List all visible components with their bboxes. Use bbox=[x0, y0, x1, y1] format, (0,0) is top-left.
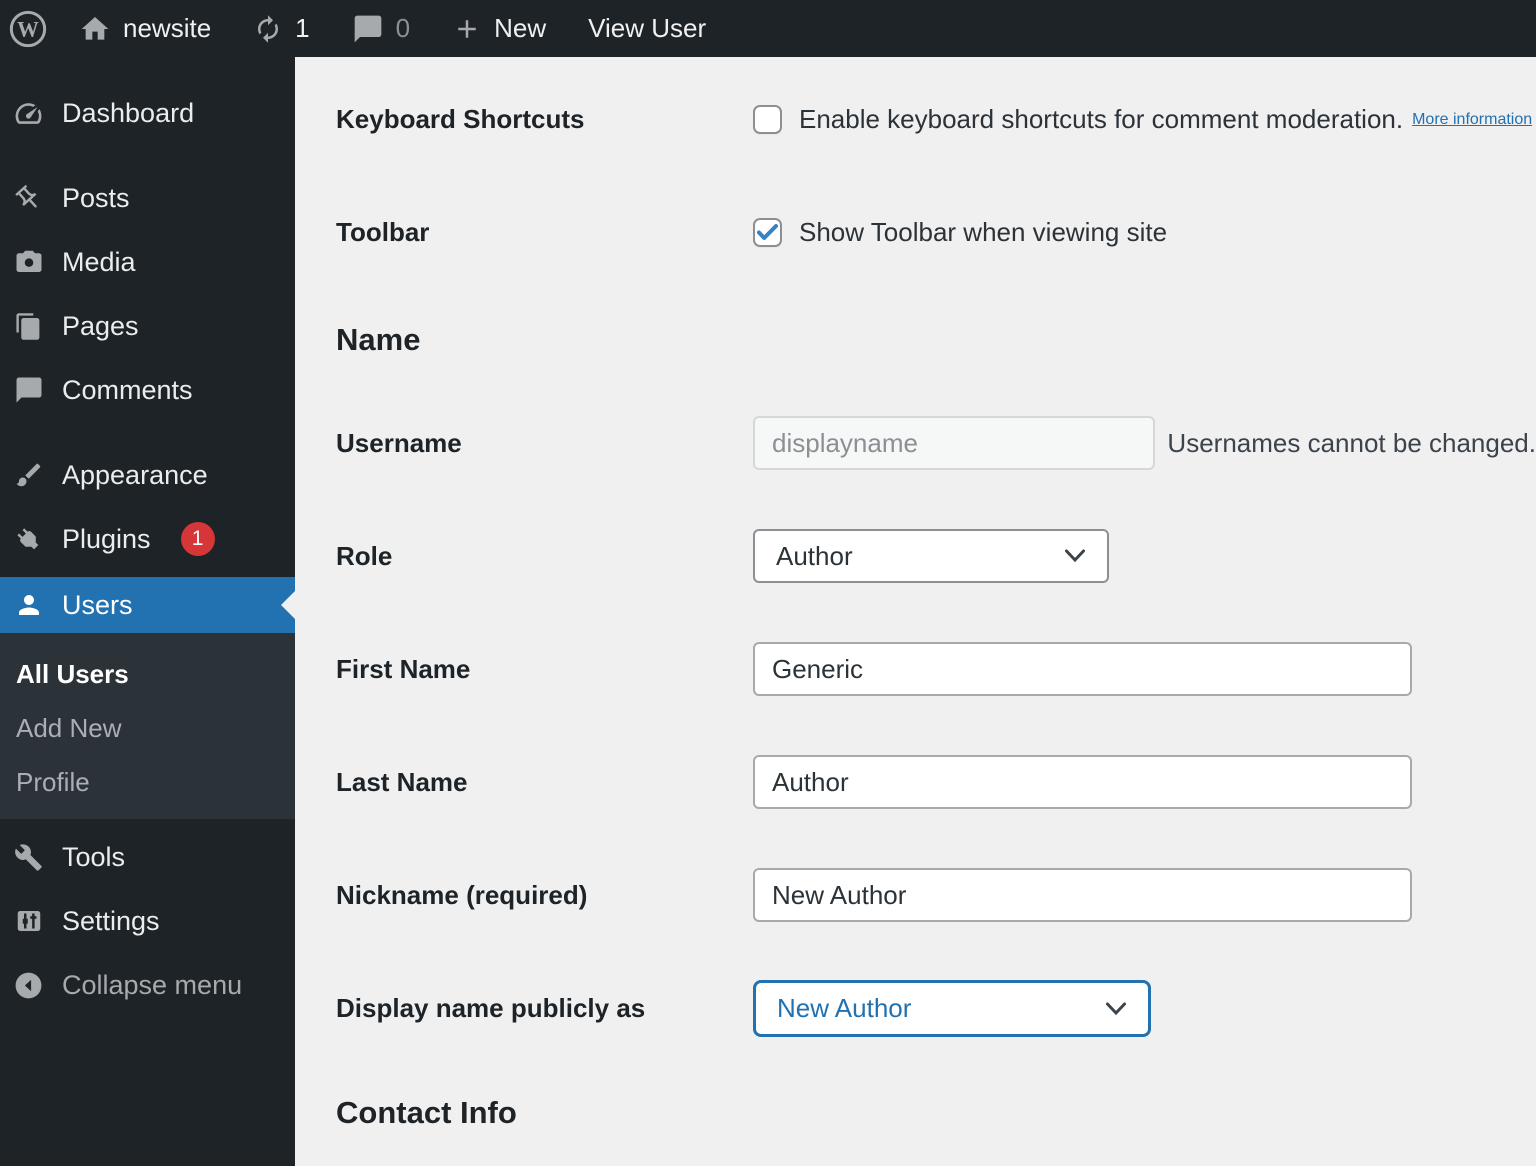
sidebar-item-users[interactable]: Users bbox=[0, 577, 295, 633]
role-row: Role Author bbox=[336, 529, 1536, 583]
sidebar-item-tools[interactable]: Tools bbox=[0, 825, 295, 889]
sidebar-label: Settings bbox=[62, 905, 160, 936]
plug-icon bbox=[13, 524, 44, 555]
camera-icon bbox=[13, 247, 44, 278]
chevron-down-icon bbox=[1106, 1002, 1126, 1015]
svg-text:W: W bbox=[17, 17, 39, 41]
role-label: Role bbox=[336, 540, 393, 571]
home-icon bbox=[79, 13, 111, 45]
admin-bar: W newsite 1 0 New View User bbox=[0, 0, 1536, 57]
users-submenu: All Users Add New Profile bbox=[0, 633, 295, 819]
new-content-menu[interactable]: New bbox=[431, 0, 567, 57]
pushpin-icon bbox=[13, 183, 44, 214]
updates-menu[interactable]: 1 bbox=[232, 0, 330, 57]
collapse-menu-label: Collapse menu bbox=[62, 969, 243, 1000]
first-name-input[interactable] bbox=[753, 642, 1412, 696]
show-toolbar-text: Show Toolbar when viewing site bbox=[799, 217, 1168, 247]
first-name-label: First Name bbox=[336, 653, 471, 684]
nickname-label: Nickname (required) bbox=[336, 879, 588, 910]
keyboard-shortcuts-row: Keyboard Shortcuts Enable keyboard short… bbox=[336, 104, 1536, 135]
username-input[interactable] bbox=[753, 416, 1156, 470]
chevron-down-icon bbox=[1065, 549, 1085, 563]
sidebar-item-posts[interactable]: Posts bbox=[0, 166, 295, 230]
sidebar-item-pages[interactable]: Pages bbox=[0, 294, 295, 358]
last-name-row: Last Name bbox=[336, 755, 1536, 809]
person-icon bbox=[13, 590, 44, 621]
sidebar-label: Tools bbox=[62, 841, 126, 872]
plus-icon bbox=[452, 14, 482, 44]
updates-count: 1 bbox=[295, 13, 310, 43]
display-name-label: Display name publicly as bbox=[336, 993, 646, 1023]
keyboard-shortcuts-checkbox[interactable] bbox=[753, 105, 782, 134]
sidebar-item-appearance[interactable]: Appearance bbox=[0, 443, 295, 507]
sidebar-label: Plugins bbox=[62, 523, 151, 554]
show-toolbar-checkbox[interactable] bbox=[753, 218, 782, 247]
view-user-label: View User bbox=[588, 13, 707, 43]
name-section-heading: Name bbox=[336, 322, 421, 357]
sidebar-item-media[interactable]: Media bbox=[0, 230, 295, 294]
last-name-input[interactable] bbox=[753, 755, 1412, 809]
keyboard-shortcuts-text: Enable keyboard shortcuts for comment mo… bbox=[799, 104, 1404, 134]
keyboard-shortcuts-label: Keyboard Shortcuts bbox=[336, 104, 585, 134]
collapse-menu-button[interactable]: Collapse menu bbox=[0, 953, 295, 1017]
view-user-menu[interactable]: View User bbox=[567, 0, 727, 57]
admin-sidebar: Dashboard Posts Media Pages Comments App… bbox=[0, 57, 295, 1166]
dashboard-icon bbox=[13, 98, 44, 129]
site-name-menu[interactable]: newsite bbox=[58, 0, 232, 57]
new-label: New bbox=[494, 13, 547, 43]
display-name-select[interactable]: New Author bbox=[753, 980, 1151, 1037]
wp-logo-menu[interactable]: W bbox=[0, 0, 58, 57]
checkmark-icon bbox=[757, 224, 778, 240]
current-item-arrow bbox=[281, 591, 295, 619]
more-information-link[interactable]: More information bbox=[1412, 111, 1532, 129]
comments-count: 0 bbox=[395, 13, 411, 43]
site-name-label: newsite bbox=[123, 13, 212, 43]
sidebar-item-dashboard[interactable]: Dashboard bbox=[0, 81, 295, 145]
sliders-icon bbox=[13, 906, 44, 937]
sidebar-label: Users bbox=[62, 589, 133, 620]
contact-info-section-heading: Contact Info bbox=[336, 1095, 517, 1130]
updates-refresh-icon bbox=[253, 14, 283, 44]
nickname-input[interactable] bbox=[753, 868, 1412, 922]
edit-user-form: Keyboard Shortcuts Enable keyboard short… bbox=[295, 57, 1536, 1166]
sidebar-label: Comments bbox=[62, 374, 193, 405]
comment-bubble-icon bbox=[13, 375, 44, 406]
sidebar-label: Media bbox=[62, 246, 136, 277]
display-name-row: Display name publicly as New Author bbox=[336, 980, 1536, 1037]
sidebar-item-comments[interactable]: Comments bbox=[0, 358, 295, 422]
display-name-selected-value: New Author bbox=[777, 993, 912, 1023]
brush-icon bbox=[13, 460, 44, 491]
toolbar-label: Toolbar bbox=[336, 217, 430, 247]
toolbar-row: Toolbar Show Toolbar when viewing site bbox=[336, 217, 1536, 248]
sidebar-item-settings[interactable]: Settings bbox=[0, 889, 295, 953]
sidebar-label: Pages bbox=[62, 310, 139, 341]
nickname-row: Nickname (required) bbox=[336, 868, 1536, 922]
sidebar-label: Appearance bbox=[62, 459, 208, 490]
username-label: Username bbox=[336, 427, 462, 458]
sidebar-item-plugins[interactable]: Plugins 1 bbox=[0, 507, 295, 571]
username-row: Username Usernames cannot be changed. bbox=[336, 416, 1536, 470]
sidebar-label: Dashboard bbox=[62, 97, 195, 128]
last-name-label: Last Name bbox=[336, 766, 468, 797]
collapse-arrow-icon bbox=[13, 970, 44, 1001]
sidebar-label: Posts bbox=[62, 182, 130, 213]
role-selected-value: Author bbox=[776, 540, 853, 571]
comment-bubble-icon bbox=[352, 13, 384, 45]
wordpress-logo-icon: W bbox=[8, 9, 48, 49]
submenu-item-add-new[interactable]: Add New bbox=[0, 701, 295, 755]
wrench-icon bbox=[13, 842, 44, 873]
first-name-row: First Name bbox=[336, 642, 1536, 696]
plugins-update-badge: 1 bbox=[180, 522, 215, 556]
username-note: Usernames cannot be changed. bbox=[1167, 427, 1536, 458]
role-select[interactable]: Author bbox=[753, 529, 1109, 583]
submenu-item-all-users[interactable]: All Users bbox=[0, 647, 295, 701]
pages-icon bbox=[13, 311, 44, 342]
submenu-item-profile[interactable]: Profile bbox=[0, 755, 295, 809]
comments-menu[interactable]: 0 bbox=[331, 0, 431, 57]
